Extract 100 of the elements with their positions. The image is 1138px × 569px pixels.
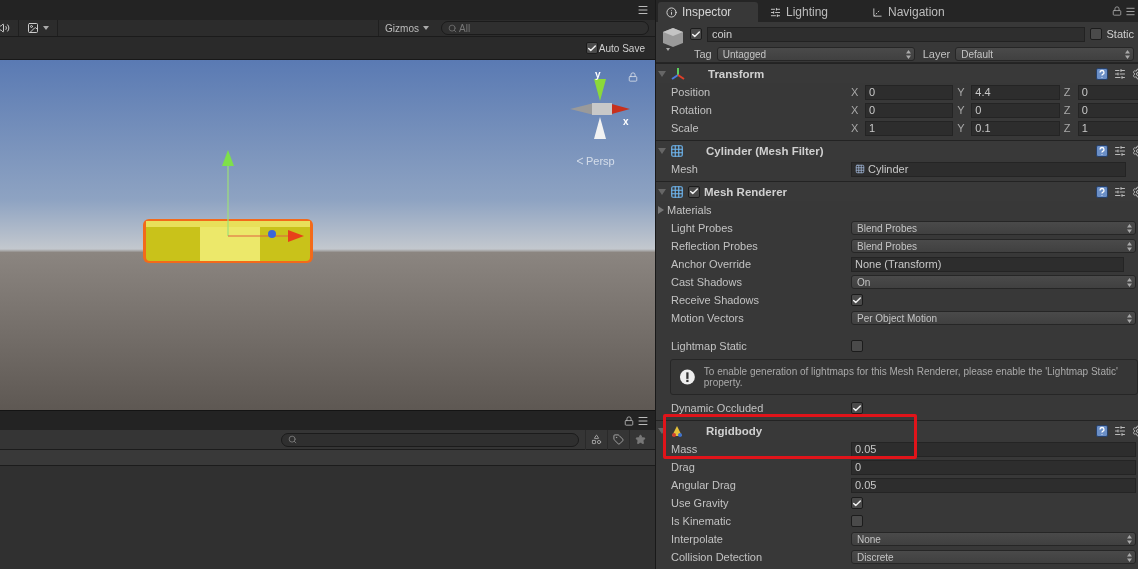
axis-label: Y — [957, 104, 966, 116]
materials-foldout[interactable]: Materials — [658, 204, 712, 216]
grid-icon — [670, 184, 684, 199]
help-icon[interactable] — [1096, 424, 1108, 437]
property-label: Motion Vectors — [671, 312, 745, 324]
updown-icon — [1127, 223, 1132, 233]
property-dropdown[interactable]: On — [851, 275, 1136, 289]
property-dropdown[interactable]: Blend Probes — [851, 239, 1136, 253]
chevron-icon — [576, 157, 584, 165]
menu-icon[interactable] — [637, 4, 649, 16]
star-icon — [635, 434, 646, 445]
axis-label: Y — [957, 86, 966, 98]
checkbox[interactable] — [851, 294, 863, 306]
name-field[interactable]: coin — [707, 26, 1086, 42]
checkbox[interactable] — [851, 340, 863, 352]
property-field[interactable]: None (Transform) — [851, 256, 1124, 272]
property-label: Dynamic Occluded — [671, 402, 765, 414]
property-label: Collision Detection — [671, 551, 764, 563]
property-label: Use Gravity — [671, 497, 730, 509]
axis-label: Z — [1063, 104, 1072, 116]
menu-icon[interactable] — [637, 414, 649, 427]
scene-viewport[interactable]: y x Persp — [0, 60, 655, 410]
image-icon[interactable] — [27, 22, 39, 34]
vector-field[interactable]: 0 — [971, 102, 1060, 118]
panel-tab[interactable]: Lighting — [762, 2, 860, 22]
vector-field[interactable]: 4.4 — [971, 84, 1060, 100]
updown-icon — [1127, 552, 1132, 562]
axis-label: Z — [1063, 122, 1072, 134]
component-title: Mesh Renderer — [704, 185, 788, 198]
checkbox[interactable] — [851, 515, 863, 527]
axis-label: y — [595, 71, 601, 80]
axes-icon — [670, 66, 686, 81]
menu-icon[interactable] — [1125, 5, 1136, 17]
help-icon[interactable] — [1096, 185, 1108, 198]
help-icon[interactable] — [1096, 67, 1108, 80]
check-icon — [689, 186, 699, 197]
property-field[interactable]: 0.05 — [851, 441, 1136, 457]
panel-tab[interactable]: Navigation — [864, 2, 962, 22]
checkbox[interactable] — [851, 497, 863, 509]
vector-field[interactable]: 0.1 — [971, 120, 1060, 136]
gizmos-dropdown[interactable]: Gizmos — [378, 20, 435, 36]
caret-icon[interactable] — [43, 26, 49, 30]
property-field[interactable]: 0.05 — [851, 477, 1136, 493]
property-label: Drag — [671, 461, 696, 473]
enabled-checkbox[interactable] — [688, 185, 700, 198]
property-dropdown[interactable]: Per Object Motion — [851, 311, 1136, 325]
axis-label: X — [851, 122, 860, 134]
check-icon — [852, 294, 862, 306]
check-icon — [586, 42, 597, 54]
axis-label: Y — [957, 122, 966, 134]
property-dropdown[interactable]: None — [851, 532, 1136, 546]
panel-tab[interactable]: Inspector — [658, 2, 758, 22]
axis-label: Z — [1063, 86, 1072, 98]
tag-icon — [613, 434, 624, 445]
preset-icon[interactable] — [1114, 67, 1126, 80]
property-label: Rotation — [671, 104, 713, 116]
checkbox[interactable] — [851, 402, 863, 414]
property-label: Receive Shadows — [671, 294, 761, 306]
property-dropdown[interactable]: Discrete — [851, 550, 1136, 564]
property-dropdown[interactable]: Blend Probes — [851, 221, 1136, 235]
vector-field[interactable]: 0 — [1077, 84, 1138, 100]
shapes-icon — [591, 434, 602, 445]
object-value: Cylinder — [868, 163, 909, 175]
speaker-icon[interactable] — [0, 22, 10, 34]
layer-dropdown[interactable]: Default — [955, 47, 1134, 61]
vector-field[interactable]: 0 — [865, 84, 954, 100]
object-field[interactable]: Cylinder — [851, 161, 1126, 177]
orientation-gizmo-drawing[interactable]: y x — [568, 71, 632, 145]
navigation-icon — [872, 6, 883, 18]
property-label: Reflection Probes — [671, 240, 759, 252]
search-field[interactable] — [281, 432, 579, 447]
tag-label: Tag — [694, 48, 712, 60]
auto-save-toggle[interactable]: Auto Save — [585, 42, 645, 54]
preset-icon[interactable] — [1114, 185, 1126, 198]
checkbox[interactable] — [585, 42, 598, 54]
preset-icon[interactable] — [1114, 144, 1126, 157]
check-icon — [852, 497, 862, 509]
updown-icon — [1125, 49, 1130, 59]
help-text: To enable generation of lightmaps for this Mesh Renderer, please enable the 'Lightmap Static' property. — [703, 366, 1119, 388]
vector-field[interactable]: 0 — [865, 102, 954, 118]
lock-icon[interactable] — [1112, 5, 1122, 16]
active-checkbox[interactable] — [690, 28, 702, 40]
property-label: Mesh — [671, 163, 699, 175]
axis-label: x — [623, 116, 629, 127]
component-title: Cylinder (Mesh Filter) — [706, 144, 824, 157]
static-toggle[interactable]: Static — [1090, 28, 1138, 40]
vector-field[interactable]: 1 — [1077, 120, 1138, 136]
checkbox[interactable] — [1090, 28, 1103, 40]
property-field[interactable]: 0 — [851, 459, 1136, 475]
help-icon[interactable] — [1096, 144, 1108, 157]
updown-icon — [1127, 534, 1132, 544]
lock-icon[interactable] — [624, 415, 634, 426]
vector-field[interactable]: 1 — [865, 120, 954, 136]
tag-dropdown[interactable]: Untagged — [716, 47, 915, 61]
preset-icon[interactable] — [1114, 424, 1126, 437]
vector-field[interactable]: 0 — [1077, 102, 1138, 118]
mesh-icon — [855, 164, 865, 174]
sliders-icon — [770, 6, 781, 18]
warning-icon — [679, 368, 696, 386]
updown-icon — [1127, 277, 1132, 287]
